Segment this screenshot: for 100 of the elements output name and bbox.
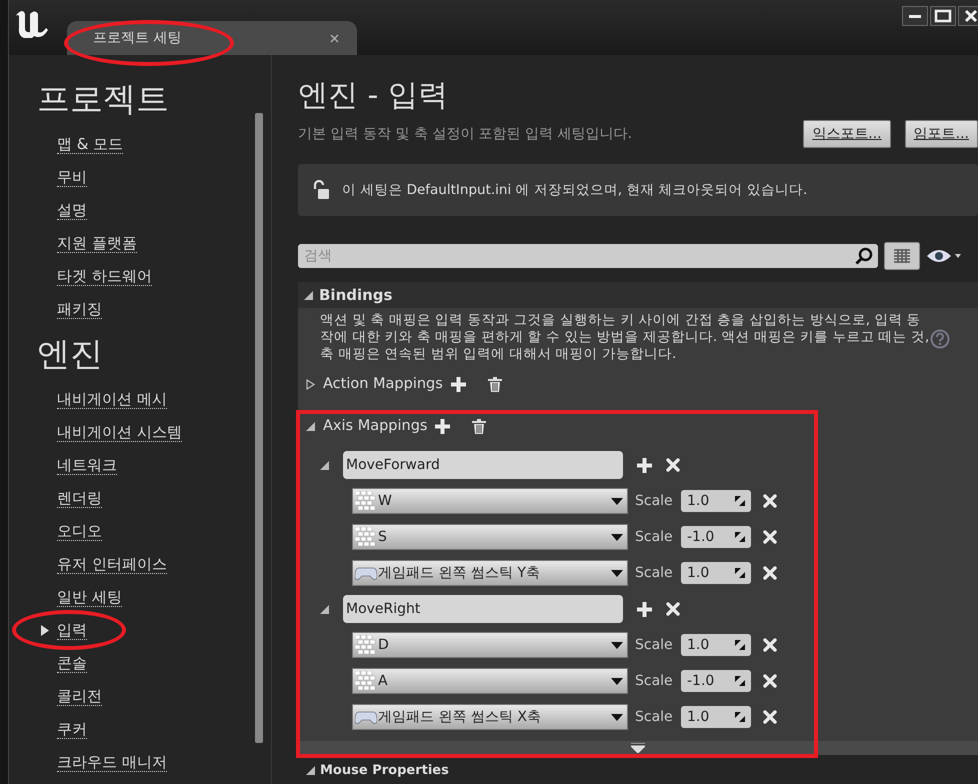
remove-icon[interactable] xyxy=(763,638,777,652)
caret-icon xyxy=(611,642,623,648)
remove-icon[interactable] xyxy=(763,710,777,724)
scale-label: Scale xyxy=(635,637,674,653)
expand-arrow-icon[interactable] xyxy=(320,460,329,470)
sidebar-link[interactable]: 입력 xyxy=(57,622,87,640)
drag-handle-icon[interactable] xyxy=(733,494,747,508)
sidebar-link[interactable]: 무비 xyxy=(57,168,87,186)
add-icon[interactable] xyxy=(637,458,652,472)
search-field[interactable]: 검색 xyxy=(298,244,878,268)
scale-field[interactable]: -1.0 xyxy=(681,670,751,692)
sidebar-link[interactable]: 내비게이션 메시 xyxy=(57,390,167,408)
caret-icon xyxy=(611,678,623,684)
export-import-button[interactable]: 익스포트... xyxy=(803,120,891,148)
keyboard-icon xyxy=(355,527,377,547)
caret-icon xyxy=(611,534,623,540)
drag-handle-icon[interactable] xyxy=(733,710,747,724)
sidebar-link[interactable]: 맵 & 모드 xyxy=(57,136,124,154)
sidebar-link[interactable]: 지원 플랫폼 xyxy=(57,234,137,252)
scale-field[interactable]: 1.0 xyxy=(681,634,751,656)
caret-icon xyxy=(611,570,623,576)
keyboard-icon xyxy=(355,635,377,655)
drag-handle-icon[interactable] xyxy=(733,638,747,652)
grid-view-icon[interactable] xyxy=(884,242,920,270)
maximize-icon[interactable] xyxy=(930,6,956,26)
section-title[interactable]: Bindings xyxy=(319,286,392,304)
expand-arrow-icon[interactable] xyxy=(306,422,315,430)
help-icon[interactable] xyxy=(930,329,950,349)
sidebar-link[interactable]: 네트워크 xyxy=(57,456,117,474)
key-dropdown[interactable]: D xyxy=(352,632,628,658)
keyboard-icon xyxy=(355,491,377,511)
scale-field[interactable]: 1.0 xyxy=(681,706,751,728)
eye-icon[interactable] xyxy=(926,249,962,263)
scale-label: Scale xyxy=(635,529,674,545)
key-dropdown[interactable]: W xyxy=(352,488,628,514)
sidebar-link[interactable]: 설명 xyxy=(57,202,87,220)
sidebar-link[interactable]: 콘솔 xyxy=(57,654,87,672)
close-icon[interactable] xyxy=(958,6,978,26)
minimize-icon[interactable] xyxy=(902,6,928,26)
expand-arrow-icon[interactable] xyxy=(306,378,315,390)
notice-text: 이 세팅은 DefaultInput.ini 에 저장되었으며, 현재 체크아웃되어 있습니다. xyxy=(342,181,808,199)
group-title[interactable]: Action Mappings xyxy=(323,376,443,392)
axis-name-field[interactable]: MoveForward xyxy=(343,451,623,479)
remove-icon[interactable] xyxy=(763,530,777,544)
sidebar-link[interactable]: 일반 세팅 xyxy=(57,588,122,606)
description-text: 액션 및 축 매핑은 입력 동작과 그것을 실행하는 키 사이에 간접 층을 삽입하는 방식으로, 입력 동작에 대한 키와 축 매핑을 편하게 할 수 있는 방법을 제공합니다. 액션 매핑은 키를 누르고 떼는 것, 축 매핑은 연속된 범위 입력에 대해서 매핑이 가능합니다. xyxy=(320,312,930,363)
key-dropdown[interactable]: 게임패드 왼쪽 썸스틱 X축 xyxy=(352,704,628,730)
drag-handle-icon[interactable] xyxy=(733,674,747,688)
key-dropdown[interactable]: 게임패드 왼쪽 썸스틱 Y축 xyxy=(352,560,628,586)
sidebar-link[interactable]: 렌더링 xyxy=(57,490,102,508)
expand-arrow-icon[interactable] xyxy=(306,766,315,774)
trash-icon[interactable] xyxy=(472,418,486,434)
page-subtitle: 기본 입력 동작 및 축 설정이 포함된 입력 세팅입니다. xyxy=(298,125,634,143)
section-heading: 엔진 xyxy=(37,333,104,375)
trash-icon[interactable] xyxy=(488,376,502,392)
keyboard-icon xyxy=(355,671,377,691)
caret-icon xyxy=(611,714,623,720)
drag-handle-icon[interactable] xyxy=(733,530,747,544)
add-icon[interactable] xyxy=(450,376,466,392)
page-title: 엔진 - 입력 xyxy=(298,77,448,115)
sidebar-link[interactable]: 콜리전 xyxy=(57,688,102,706)
remove-icon[interactable] xyxy=(763,494,777,508)
expand-arrow-icon[interactable] xyxy=(320,604,329,614)
scale-label: Scale xyxy=(635,709,674,725)
gamepad-icon xyxy=(355,565,377,581)
scale-label: Scale xyxy=(635,493,674,509)
export-import-button[interactable]: 임포트... xyxy=(904,120,978,148)
sidebar-link[interactable]: 패키징 xyxy=(57,300,102,318)
remove-icon[interactable] xyxy=(763,674,777,688)
section-heading: 프로젝트 xyxy=(37,78,170,120)
remove-icon[interactable] xyxy=(763,566,777,580)
group-title[interactable]: Axis Mappings xyxy=(323,418,428,434)
sidebar-link[interactable]: 타겟 하드웨어 xyxy=(57,268,152,286)
caret-icon xyxy=(611,498,623,504)
gamepad-icon xyxy=(355,709,377,725)
settings-tab[interactable]: 프로젝트 세팅 xyxy=(67,21,357,55)
remove-icon[interactable] xyxy=(666,458,680,472)
key-dropdown[interactable]: S xyxy=(352,524,628,550)
section-title[interactable]: Mouse Properties xyxy=(320,762,449,778)
scale-label: Scale xyxy=(635,673,674,689)
axis-name-field[interactable]: MoveRight xyxy=(343,595,623,623)
sidebar-link[interactable]: 오디오 xyxy=(57,522,102,540)
sidebar-link[interactable]: 크라우드 매니저 xyxy=(57,754,167,772)
scrollbar[interactable] xyxy=(255,113,263,743)
key-dropdown[interactable]: A xyxy=(352,668,628,694)
scale-label: Scale xyxy=(635,565,674,581)
sidebar-link[interactable]: 쿠커 xyxy=(57,720,87,738)
add-icon[interactable] xyxy=(435,418,450,434)
scale-field[interactable]: 1.0 xyxy=(681,490,751,512)
expand-more-icon[interactable] xyxy=(631,743,645,753)
sidebar-link[interactable]: 내비게이션 시스템 xyxy=(57,424,182,442)
sidebar-link[interactable]: 유저 인터페이스 xyxy=(57,556,167,574)
remove-icon[interactable] xyxy=(666,602,680,616)
add-icon[interactable] xyxy=(637,602,652,616)
unlocked-lock-icon xyxy=(312,180,330,200)
scale-field[interactable]: -1.0 xyxy=(681,526,751,548)
search-icon[interactable] xyxy=(855,247,873,265)
drag-handle-icon[interactable] xyxy=(733,566,747,580)
expand-arrow-icon[interactable] xyxy=(304,290,313,300)
scale-field[interactable]: 1.0 xyxy=(681,562,751,584)
